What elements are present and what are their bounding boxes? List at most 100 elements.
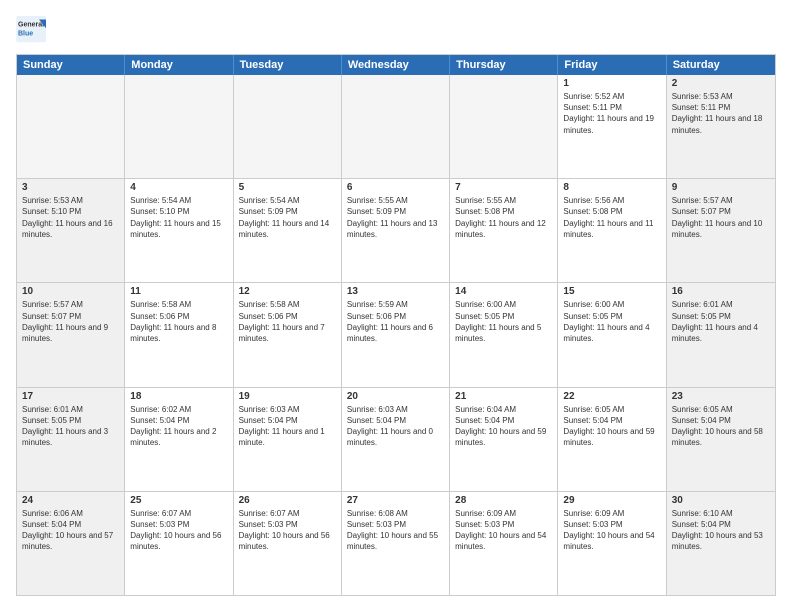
day-info: Sunrise: 6:01 AMSunset: 5:05 PMDaylight:… bbox=[22, 404, 119, 449]
cal-cell: 29 Sunrise: 6:09 AMSunset: 5:03 PMDayligh… bbox=[558, 492, 666, 595]
day-info: Sunrise: 6:08 AMSunset: 5:03 PMDaylight:… bbox=[347, 508, 444, 553]
week-row-2: 3 Sunrise: 5:53 AMSunset: 5:10 PMDaylight… bbox=[17, 179, 775, 283]
day-info: Sunrise: 5:53 AMSunset: 5:11 PMDaylight:… bbox=[672, 91, 770, 136]
cal-cell: 27 Sunrise: 6:08 AMSunset: 5:03 PMDayligh… bbox=[342, 492, 450, 595]
day-info: Sunrise: 6:07 AMSunset: 5:03 PMDaylight:… bbox=[130, 508, 227, 553]
header-day-sunday: Sunday bbox=[17, 55, 125, 75]
cal-cell: 17 Sunrise: 6:01 AMSunset: 5:05 PMDayligh… bbox=[17, 388, 125, 491]
day-info: Sunrise: 6:05 AMSunset: 5:04 PMDaylight:… bbox=[672, 404, 770, 449]
calendar-body: 1 Sunrise: 5:52 AMSunset: 5:11 PMDaylight… bbox=[17, 75, 775, 595]
day-number: 16 bbox=[672, 286, 770, 297]
cal-cell: 2 Sunrise: 5:53 AMSunset: 5:11 PMDaylight… bbox=[667, 75, 775, 178]
day-info: Sunrise: 5:54 AMSunset: 5:10 PMDaylight:… bbox=[130, 195, 227, 240]
day-info: Sunrise: 5:52 AMSunset: 5:11 PMDaylight:… bbox=[563, 91, 660, 136]
cal-cell: 26 Sunrise: 6:07 AMSunset: 5:03 PMDayligh… bbox=[234, 492, 342, 595]
cal-cell: 12 Sunrise: 5:58 AMSunset: 5:06 PMDayligh… bbox=[234, 283, 342, 386]
header-day-tuesday: Tuesday bbox=[234, 55, 342, 75]
cal-cell: 30Sunrise: 6:10 AMSunset: 5:04 PMDayligh… bbox=[667, 492, 775, 595]
cal-cell: 18 Sunrise: 6:02 AMSunset: 5:04 PMDayligh… bbox=[125, 388, 233, 491]
week-row-1: 1 Sunrise: 5:52 AMSunset: 5:11 PMDaylight… bbox=[17, 75, 775, 179]
header-day-monday: Monday bbox=[125, 55, 233, 75]
day-number: 2 bbox=[672, 78, 770, 89]
cal-cell bbox=[342, 75, 450, 178]
cal-cell bbox=[17, 75, 125, 178]
day-info: Sunrise: 6:03 AMSunset: 5:04 PMDaylight:… bbox=[239, 404, 336, 449]
cal-cell: 15 Sunrise: 6:00 AMSunset: 5:05 PMDayligh… bbox=[558, 283, 666, 386]
day-number: 19 bbox=[239, 391, 336, 402]
day-info: Sunrise: 5:58 AMSunset: 5:06 PMDaylight:… bbox=[239, 299, 336, 344]
day-number: 28 bbox=[455, 495, 552, 506]
day-info: Sunrise: 5:57 AMSunset: 5:07 PMDaylight:… bbox=[672, 195, 770, 240]
day-number: 18 bbox=[130, 391, 227, 402]
week-row-4: 17 Sunrise: 6:01 AMSunset: 5:05 PMDayligh… bbox=[17, 388, 775, 492]
day-info: Sunrise: 6:09 AMSunset: 5:03 PMDaylight:… bbox=[455, 508, 552, 553]
cal-cell: 10Sunrise: 5:57 AMSunset: 5:07 PMDayligh… bbox=[17, 283, 125, 386]
page: General Blue SundayMondayTuesdayWednesda… bbox=[0, 0, 792, 612]
header-day-thursday: Thursday bbox=[450, 55, 558, 75]
cal-cell: 6 Sunrise: 5:55 AMSunset: 5:09 PMDaylight… bbox=[342, 179, 450, 282]
day-number: 17 bbox=[22, 391, 119, 402]
logo: General Blue bbox=[16, 16, 48, 44]
day-number: 21 bbox=[455, 391, 552, 402]
day-number: 7 bbox=[455, 182, 552, 193]
day-number: 14 bbox=[455, 286, 552, 297]
day-info: Sunrise: 5:55 AMSunset: 5:08 PMDaylight:… bbox=[455, 195, 552, 240]
header: General Blue bbox=[16, 16, 776, 44]
day-info: Sunrise: 5:59 AMSunset: 5:06 PMDaylight:… bbox=[347, 299, 444, 344]
day-info: Sunrise: 6:00 AMSunset: 5:05 PMDaylight:… bbox=[455, 299, 552, 344]
header-day-saturday: Saturday bbox=[667, 55, 775, 75]
day-info: Sunrise: 5:54 AMSunset: 5:09 PMDaylight:… bbox=[239, 195, 336, 240]
day-info: Sunrise: 6:05 AMSunset: 5:04 PMDaylight:… bbox=[563, 404, 660, 449]
day-info: Sunrise: 6:03 AMSunset: 5:04 PMDaylight:… bbox=[347, 404, 444, 449]
day-number: 26 bbox=[239, 495, 336, 506]
cal-cell: 16 Sunrise: 6:01 AMSunset: 5:05 PMDayligh… bbox=[667, 283, 775, 386]
day-number: 13 bbox=[347, 286, 444, 297]
day-info: Sunrise: 6:09 AMSunset: 5:03 PMDaylight:… bbox=[563, 508, 660, 553]
day-number: 1 bbox=[563, 78, 660, 89]
day-number: 22 bbox=[563, 391, 660, 402]
day-info: Sunrise: 5:53 AMSunset: 5:10 PMDaylight:… bbox=[22, 195, 119, 240]
cal-cell: 19 Sunrise: 6:03 AMSunset: 5:04 PMDayligh… bbox=[234, 388, 342, 491]
day-number: 8 bbox=[563, 182, 660, 193]
day-number: 6 bbox=[347, 182, 444, 193]
cal-cell: 1 Sunrise: 5:52 AMSunset: 5:11 PMDaylight… bbox=[558, 75, 666, 178]
day-info: Sunrise: 6:04 AMSunset: 5:04 PMDaylight:… bbox=[455, 404, 552, 449]
day-info: Sunrise: 6:00 AMSunset: 5:05 PMDaylight:… bbox=[563, 299, 660, 344]
day-number: 15 bbox=[563, 286, 660, 297]
header-day-wednesday: Wednesday bbox=[342, 55, 450, 75]
cal-cell bbox=[234, 75, 342, 178]
day-number: 3 bbox=[22, 182, 119, 193]
day-info: Sunrise: 5:58 AMSunset: 5:06 PMDaylight:… bbox=[130, 299, 227, 344]
cal-cell: 14 Sunrise: 6:00 AMSunset: 5:05 PMDayligh… bbox=[450, 283, 558, 386]
day-number: 12 bbox=[239, 286, 336, 297]
cal-cell: 4Sunrise: 5:54 AMSunset: 5:10 PMDaylight… bbox=[125, 179, 233, 282]
cal-cell: 28 Sunrise: 6:09 AMSunset: 5:03 PMDayligh… bbox=[450, 492, 558, 595]
calendar-header: SundayMondayTuesdayWednesdayThursdayFrid… bbox=[17, 55, 775, 75]
calendar: SundayMondayTuesdayWednesdayThursdayFrid… bbox=[16, 54, 776, 596]
day-info: Sunrise: 6:10 AMSunset: 5:04 PMDaylight:… bbox=[672, 508, 770, 553]
cal-cell: 5 Sunrise: 5:54 AMSunset: 5:09 PMDaylight… bbox=[234, 179, 342, 282]
day-number: 29 bbox=[563, 495, 660, 506]
cal-cell: 20 Sunrise: 6:03 AMSunset: 5:04 PMDayligh… bbox=[342, 388, 450, 491]
cal-cell bbox=[125, 75, 233, 178]
day-number: 27 bbox=[347, 495, 444, 506]
day-info: Sunrise: 5:55 AMSunset: 5:09 PMDaylight:… bbox=[347, 195, 444, 240]
cal-cell: 3 Sunrise: 5:53 AMSunset: 5:10 PMDaylight… bbox=[17, 179, 125, 282]
day-info: Sunrise: 6:06 AMSunset: 5:04 PMDaylight:… bbox=[22, 508, 119, 553]
svg-text:General: General bbox=[18, 22, 44, 29]
day-number: 20 bbox=[347, 391, 444, 402]
cal-cell: 11 Sunrise: 5:58 AMSunset: 5:06 PMDayligh… bbox=[125, 283, 233, 386]
cal-cell bbox=[450, 75, 558, 178]
day-info: Sunrise: 6:07 AMSunset: 5:03 PMDaylight:… bbox=[239, 508, 336, 553]
week-row-3: 10Sunrise: 5:57 AMSunset: 5:07 PMDayligh… bbox=[17, 283, 775, 387]
day-number: 25 bbox=[130, 495, 227, 506]
cal-cell: 22 Sunrise: 6:05 AMSunset: 5:04 PMDayligh… bbox=[558, 388, 666, 491]
day-info: Sunrise: 6:02 AMSunset: 5:04 PMDaylight:… bbox=[130, 404, 227, 449]
header-day-friday: Friday bbox=[558, 55, 666, 75]
day-number: 5 bbox=[239, 182, 336, 193]
day-info: Sunrise: 6:01 AMSunset: 5:05 PMDaylight:… bbox=[672, 299, 770, 344]
svg-text:Blue: Blue bbox=[18, 30, 33, 37]
day-info: Sunrise: 5:57 AMSunset: 5:07 PMDaylight:… bbox=[22, 299, 119, 344]
day-number: 11 bbox=[130, 286, 227, 297]
cal-cell: 23Sunrise: 6:05 AMSunset: 5:04 PMDayligh… bbox=[667, 388, 775, 491]
